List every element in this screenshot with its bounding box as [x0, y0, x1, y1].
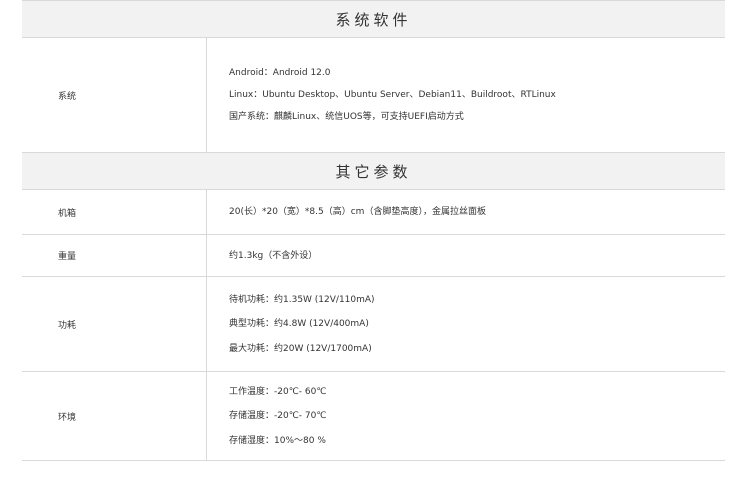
section-title: 系统软件 [22, 1, 725, 38]
row-label: 机箱 [22, 190, 207, 234]
row-label: 环境 [22, 372, 207, 460]
spec-row-weight: 重量 约1.3kg（不含外设） [22, 235, 725, 277]
value-line: Linux：Ubuntu Desktop、Ubuntu Server、Debia… [229, 90, 556, 100]
value-line: 约1.3kg（不含外设） [229, 250, 318, 261]
value-line: 最大功耗：约20W (12V/1700mA) [229, 343, 372, 354]
spec-row-os: 系统 Android：Android 12.0 Linux：Ubuntu Des… [22, 38, 725, 153]
row-value: 20(长）*20（宽）*8.5（高）cm（含脚垫高度），金属拉丝面板 [207, 190, 725, 234]
value-line: 存储温度：-20℃- 70℃ [229, 411, 327, 421]
spec-row-power: 功耗 待机功耗：约1.35W (12V/110mA) 典型功耗：约4.8W (1… [22, 277, 725, 372]
value-line: 工作温度：-20℃- 60℃ [229, 386, 327, 397]
row-label: 系统 [22, 38, 207, 152]
row-label: 功耗 [22, 277, 207, 371]
spec-page: 系统软件 系统 Android：Android 12.0 Linux：Ubunt… [0, 0, 750, 492]
spec-row-environment: 环境 工作温度：-20℃- 60℃ 存储温度：-20℃- 70℃ 存储湿度：10… [22, 372, 725, 461]
section-system-software: 系统软件 系统 Android：Android 12.0 Linux：Ubunt… [22, 0, 725, 153]
section-other-params: 其它参数 机箱 20(长）*20（宽）*8.5（高）cm（含脚垫高度），金属拉丝… [22, 152, 725, 461]
spec-row-chassis: 机箱 20(长）*20（宽）*8.5（高）cm（含脚垫高度），金属拉丝面板 [22, 190, 725, 235]
row-value: 工作温度：-20℃- 60℃ 存储温度：-20℃- 70℃ 存储湿度：10%～8… [207, 372, 725, 460]
row-value: 待机功耗：约1.35W (12V/110mA) 典型功耗：约4.8W (12V/… [207, 277, 725, 371]
value-line: 待机功耗：约1.35W (12V/110mA) [229, 294, 375, 305]
value-line: 国产系统：麒麟Linux、统信UOS等，可支持UEFI启动方式 [229, 112, 464, 122]
value-line: 20(长）*20（宽）*8.5（高）cm（含脚垫高度），金属拉丝面板 [229, 207, 486, 217]
row-value: 约1.3kg（不含外设） [207, 235, 725, 276]
row-value: Android：Android 12.0 Linux：Ubuntu Deskto… [207, 38, 725, 152]
value-line: 典型功耗：约4.8W (12V/400mA) [229, 319, 369, 329]
value-line: Android：Android 12.0 [229, 68, 331, 78]
row-label: 重量 [22, 235, 207, 276]
section-title: 其它参数 [22, 153, 725, 190]
value-line: 存储湿度：10%～80 % [229, 435, 326, 446]
